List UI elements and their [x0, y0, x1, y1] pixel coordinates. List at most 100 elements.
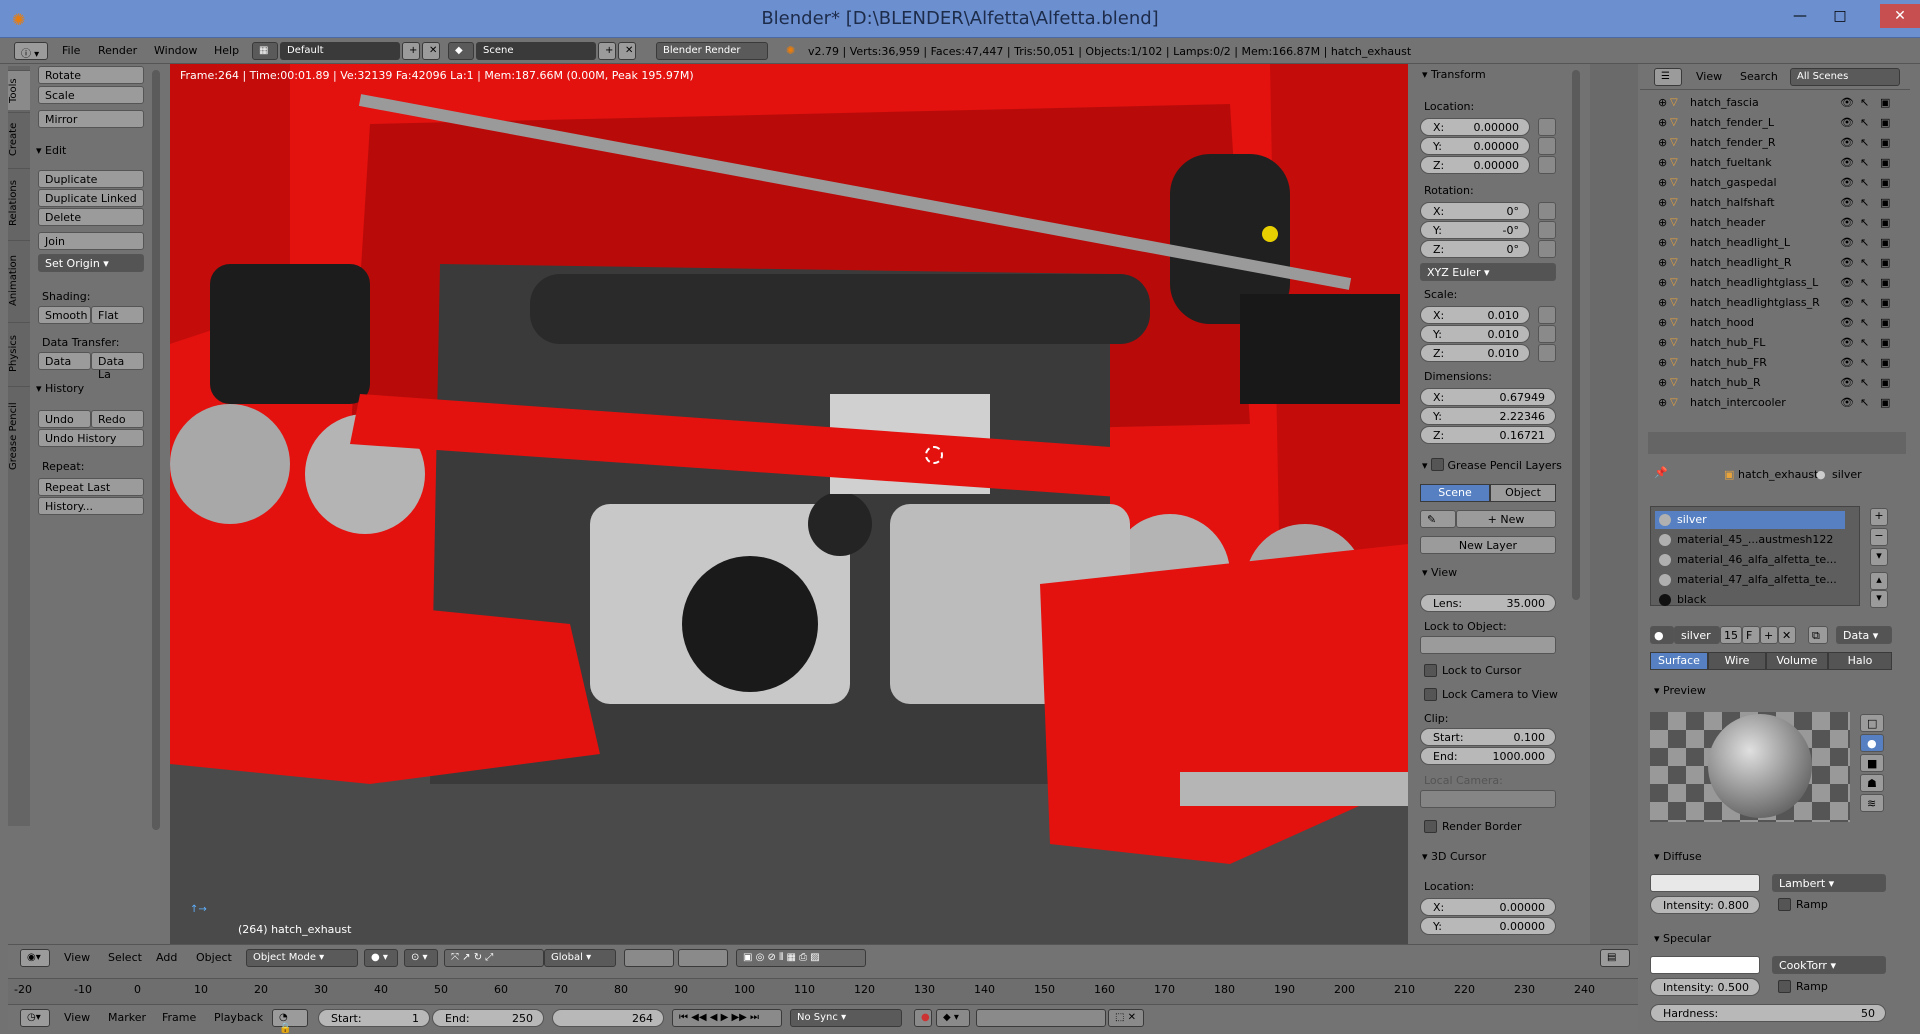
selectable-arrow-icon[interactable]: ↖: [1860, 96, 1869, 109]
cursor-y-field[interactable]: Y: 0.00000: [1420, 917, 1556, 935]
visibility-eye-icon[interactable]: 👁: [1840, 336, 1854, 349]
viewport-view-menu[interactable]: View: [64, 951, 90, 964]
outliner-item[interactable]: ⊕ ▽ hatch_fueltank 👁 ↖ ▣: [1640, 154, 1910, 172]
menu-help[interactable]: Help: [214, 44, 239, 57]
renderable-camera-icon[interactable]: ▣: [1880, 156, 1890, 169]
clip-start-field[interactable]: Start: 0.100: [1420, 728, 1556, 746]
outliner-item[interactable]: ⊕ ▽ hatch_hub_FL 👁 ↖ ▣: [1640, 334, 1910, 352]
outliner-item[interactable]: ⊕ ▽ hatch_intercooler 👁 ↖ ▣: [1640, 394, 1910, 412]
gp-object-tab[interactable]: Object: [1490, 484, 1556, 502]
material-slot[interactable]: material_47_alfa_alfetta_te...: [1655, 571, 1845, 589]
material-slot[interactable]: material_45_...austmesh122: [1655, 531, 1845, 549]
tab-grease-pencil[interactable]: Grease Pencil: [8, 386, 30, 486]
3d-cursor-title[interactable]: ▾ 3D Cursor: [1422, 850, 1486, 863]
dimensions-x-field[interactable]: X: 0.67949: [1420, 388, 1556, 406]
outliner-item[interactable]: ⊕ ▽ hatch_halfshaft 👁 ↖ ▣: [1640, 194, 1910, 212]
expand-icon[interactable]: ⊕: [1658, 216, 1667, 229]
smooth-button[interactable]: Smooth: [38, 306, 91, 324]
visibility-eye-icon[interactable]: 👁: [1840, 276, 1854, 289]
scene-icon[interactable]: ◆: [448, 42, 474, 60]
renderable-camera-icon[interactable]: ▣: [1880, 136, 1890, 149]
tab-physics[interactable]: Physics: [8, 322, 30, 384]
gp-pencil-icon[interactable]: ✎: [1420, 510, 1456, 528]
add-layout-button[interactable]: +: [402, 42, 420, 60]
visibility-eye-icon[interactable]: 👁: [1840, 256, 1854, 269]
renderable-camera-icon[interactable]: ▣: [1880, 296, 1890, 309]
specular-ramp-checkbox[interactable]: [1778, 980, 1791, 993]
outliner-item[interactable]: ⊕ ▽ hatch_hub_FR 👁 ↖ ▣: [1640, 354, 1910, 372]
edit-panel-title[interactable]: ▾ Edit: [36, 144, 66, 157]
menu-render[interactable]: Render: [98, 44, 137, 57]
visibility-eye-icon[interactable]: 👁: [1840, 236, 1854, 249]
delete-button[interactable]: Delete: [38, 208, 144, 226]
toolshelf-scrollbar[interactable]: [152, 70, 160, 830]
tab-animation[interactable]: Animation: [8, 240, 30, 320]
outliner-search-menu[interactable]: Search: [1740, 70, 1778, 83]
slot-menu-button[interactable]: ▾: [1870, 548, 1888, 566]
expand-icon[interactable]: ⊕: [1658, 176, 1667, 189]
undo-button[interactable]: Undo: [38, 410, 91, 428]
scale-button[interactable]: Scale: [38, 86, 144, 104]
lock-scale-x-icon[interactable]: [1538, 306, 1556, 324]
material-slot[interactable]: black: [1655, 591, 1845, 609]
layout-icon[interactable]: ▦: [252, 42, 278, 60]
viewport-object-menu[interactable]: Object: [196, 951, 232, 964]
renderable-camera-icon[interactable]: ▣: [1880, 196, 1890, 209]
new-material-button[interactable]: +: [1760, 626, 1778, 644]
tab-volume[interactable]: Volume: [1766, 652, 1828, 670]
selectable-arrow-icon[interactable]: ↖: [1860, 296, 1869, 309]
outliner-item[interactable]: ⊕ ▽ hatch_fender_R 👁 ↖ ▣: [1640, 134, 1910, 152]
visibility-eye-icon[interactable]: 👁: [1840, 96, 1854, 109]
lock-location-z-icon[interactable]: [1538, 156, 1556, 174]
rotation-mode-dropdown[interactable]: XYZ Euler ▾: [1420, 263, 1556, 281]
end-frame-field[interactable]: End: 250: [432, 1009, 544, 1027]
move-slot-down-button[interactable]: ▾: [1870, 590, 1888, 608]
expand-icon[interactable]: ⊕: [1658, 296, 1667, 309]
gp-scene-tab[interactable]: Scene: [1420, 484, 1490, 502]
visibility-eye-icon[interactable]: 👁: [1840, 376, 1854, 389]
expand-icon[interactable]: ⊕: [1658, 96, 1667, 109]
specular-intensity-field[interactable]: Intensity: 0.500: [1650, 978, 1760, 996]
specular-title[interactable]: ▾ Specular: [1654, 932, 1711, 945]
expand-icon[interactable]: ⊕: [1658, 196, 1667, 209]
mirror-button[interactable]: Mirror: [38, 110, 144, 128]
renderable-camera-icon[interactable]: ▣: [1880, 376, 1890, 389]
view-panel-title[interactable]: ▾ View: [1422, 566, 1457, 579]
rotation-z-field[interactable]: Z: 0°: [1420, 240, 1530, 258]
timeline-ruler[interactable]: -20 -10 0 10 20 30 40 50 60 70 80 90 100 110 120 130 140…: [8, 978, 1638, 1006]
add-scene-button[interactable]: +: [598, 42, 616, 60]
outliner-item[interactable]: ⊕ ▽ hatch_headlight_L 👁 ↖ ▣: [1640, 234, 1910, 252]
clip-end-field[interactable]: End: 1000.000: [1420, 747, 1556, 765]
outliner-item[interactable]: ⊕ ▽ hatch_hub_R 👁 ↖ ▣: [1640, 374, 1910, 392]
outliner-item[interactable]: ⊕ ▽ hatch_hood 👁 ↖ ▣: [1640, 314, 1910, 332]
scale-z-field[interactable]: Z: 0.010: [1420, 344, 1530, 362]
join-button[interactable]: Join: [38, 232, 144, 250]
expand-icon[interactable]: ⊕: [1658, 336, 1667, 349]
record-icon[interactable]: ●: [914, 1009, 932, 1027]
render-engine-dropdown[interactable]: Blender Render: [656, 42, 768, 60]
layers-grid-1[interactable]: [624, 949, 674, 967]
close-button[interactable]: ✕: [1880, 4, 1920, 28]
visibility-eye-icon[interactable]: 👁: [1840, 156, 1854, 169]
start-frame-field[interactable]: Start: 1: [318, 1009, 430, 1027]
outliner-item[interactable]: ⊕ ▽ hatch_fascia 👁 ↖ ▣: [1640, 94, 1910, 112]
playback-controls[interactable]: ⏮ ◀◀ ◀ ▶ ▶▶ ⏭: [672, 1009, 782, 1027]
diffuse-shader-dropdown[interactable]: Lambert ▾: [1772, 874, 1886, 892]
lens-field[interactable]: Lens: 35.000: [1420, 594, 1556, 612]
layers-grid-2[interactable]: [678, 949, 728, 967]
selectable-arrow-icon[interactable]: ↖: [1860, 276, 1869, 289]
data-layout-button[interactable]: Data La: [91, 352, 144, 381]
visibility-eye-icon[interactable]: 👁: [1840, 396, 1854, 409]
scene-field[interactable]: Scene: [476, 42, 596, 60]
outliner-item[interactable]: ⊕ ▽ hatch_headlightglass_L 👁 ↖ ▣: [1640, 274, 1910, 292]
remove-slot-button[interactable]: −: [1870, 528, 1888, 546]
manipulator-icons[interactable]: ⤧ ↗ ↻ ⤢: [444, 949, 544, 967]
lock-rotation-x-icon[interactable]: [1538, 202, 1556, 220]
editor-type-dropdown[interactable]: ⓘ ▾: [14, 42, 48, 60]
viewport-add-menu[interactable]: Add: [156, 951, 177, 964]
selectable-arrow-icon[interactable]: ↖: [1860, 136, 1869, 149]
outliner-editor-icon[interactable]: ☰: [1654, 68, 1682, 86]
insert-delete-key-icons[interactable]: ⬚ ✕: [1108, 1009, 1144, 1027]
visibility-eye-icon[interactable]: 👁: [1840, 116, 1854, 129]
data-button[interactable]: Data: [38, 352, 91, 370]
